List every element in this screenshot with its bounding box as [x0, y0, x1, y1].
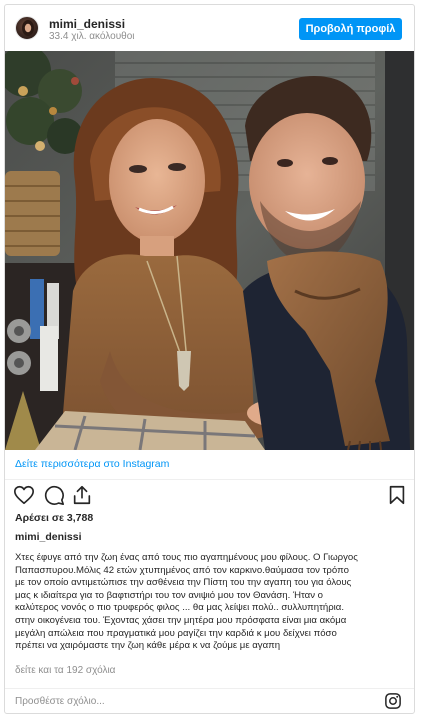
post-caption: Χτες έφυγε από την ζωη ένας από τους πιο…	[15, 552, 358, 652]
add-comment-input[interactable]: Προσθέστε σχόλιο...	[15, 696, 105, 707]
instagram-icon[interactable]	[384, 692, 402, 710]
bookmark-icon[interactable]	[386, 484, 408, 506]
post-header: mimi_denissi 33.4 χιλ. ακόλουθοι Προβολή…	[5, 5, 414, 51]
view-more-on-instagram-link[interactable]: Δείτε περισσότερα στο Instagram	[15, 458, 169, 470]
username[interactable]: mimi_denissi	[49, 17, 125, 31]
action-bar	[13, 484, 406, 508]
view-profile-button[interactable]: Προβολή προφίλ	[299, 18, 402, 40]
comment-bar: Προσθέστε σχόλιο...	[5, 688, 414, 714]
post-photo[interactable]	[5, 51, 414, 450]
heart-icon[interactable]	[13, 484, 35, 506]
caption-author[interactable]: mimi_denissi	[15, 531, 82, 543]
share-icon[interactable]	[71, 484, 93, 506]
like-count[interactable]: Αρέσει σε 3,788	[15, 512, 93, 524]
divider	[5, 479, 414, 480]
instagram-embed-card: mimi_denissi 33.4 χιλ. ακόλουθοι Προβολή…	[4, 4, 415, 714]
comment-icon[interactable]	[43, 484, 65, 506]
avatar[interactable]	[15, 16, 39, 40]
follower-count: 33.4 χιλ. ακόλουθοι	[49, 31, 135, 42]
view-all-comments-link[interactable]: δείτε και τα 192 σχόλια	[15, 665, 115, 676]
